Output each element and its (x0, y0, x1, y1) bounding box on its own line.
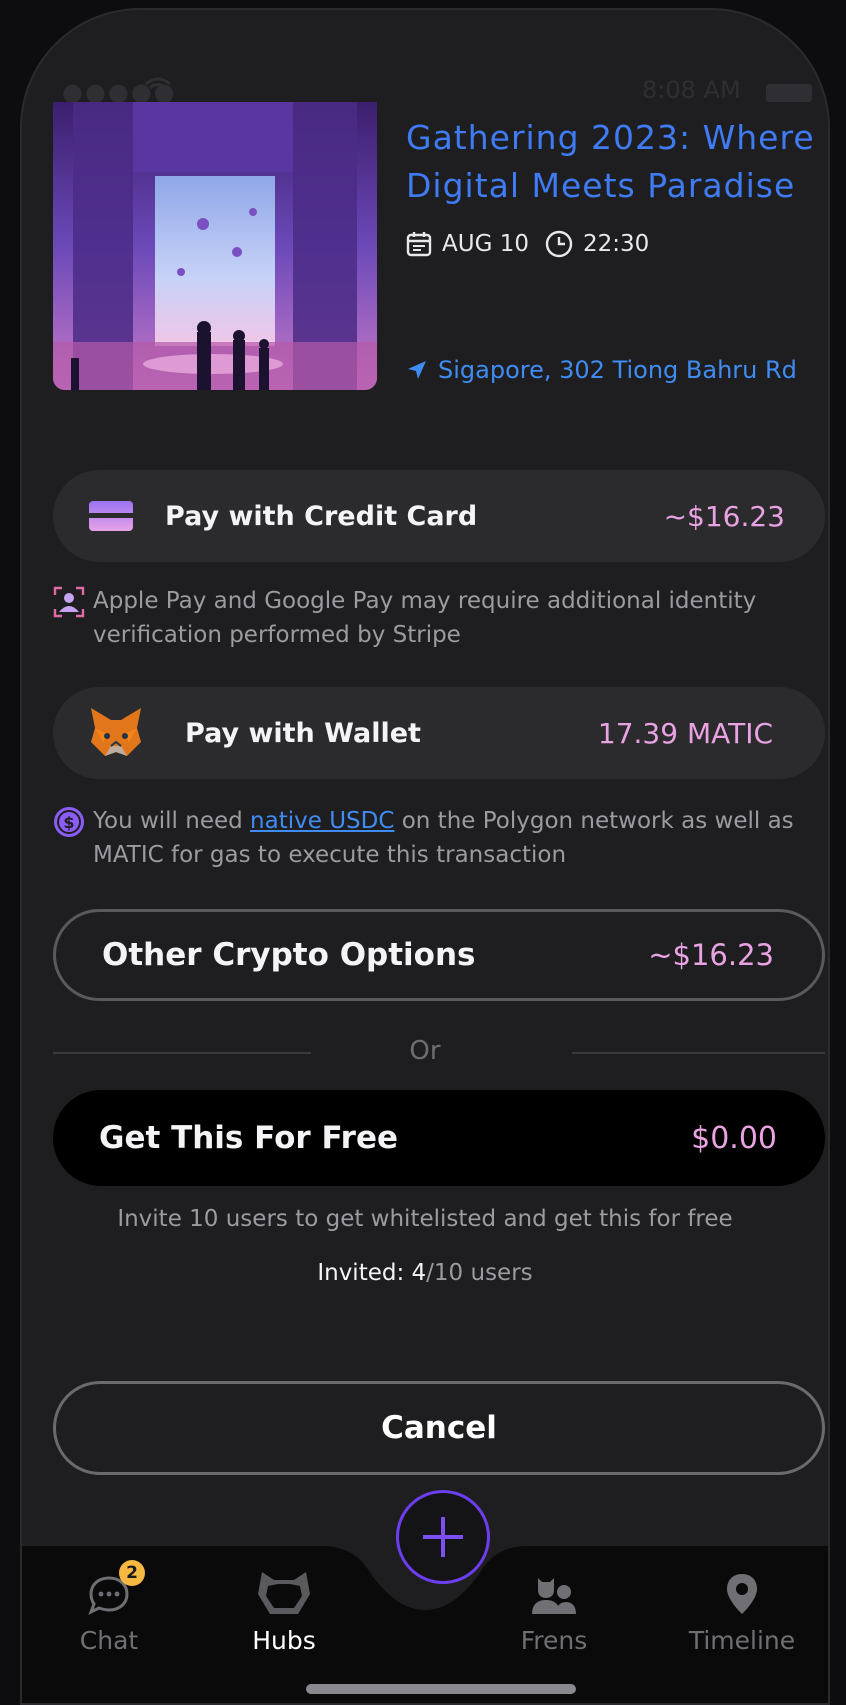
card-verification-note-text: Apple Pay and Google Pay may require add… (93, 588, 757, 648)
frens-icon (532, 1578, 576, 1614)
event-time-text: 22:30 (582, 231, 650, 257)
other-crypto-label: Other Crypto Options (102, 937, 476, 973)
event-image (53, 102, 377, 390)
pay-wallet-label: Pay with Wallet (185, 717, 421, 749)
get-for-free-button[interactable]: Get This For Free $0.00 (53, 1090, 825, 1186)
invited-count: Invited: 4/10 users (22, 1260, 828, 1286)
invited-total: /10 users (426, 1260, 533, 1286)
event-location[interactable]: Sigapore, 302 Tiong Bahru Rd (406, 356, 797, 384)
pay-credit-card-price: ~$16.23 (663, 499, 785, 533)
usdc-note: $ You will need native USDC on the Polyg… (53, 804, 813, 872)
tab-hubs-label: Hubs (252, 1626, 316, 1655)
identity-verification-icon (53, 586, 85, 618)
native-usdc-link[interactable]: native USDC (250, 808, 394, 834)
usdc-note-prefix: You will need (93, 808, 251, 834)
home-indicator[interactable] (306, 1684, 576, 1694)
tab-chat-label: Chat (79, 1626, 139, 1655)
event-date-time: AUG 10 22:30 (406, 230, 665, 258)
other-crypto-price: ~$16.23 (648, 938, 774, 972)
pay-credit-card-button[interactable]: Pay with Credit Card ~$16.23 (53, 470, 825, 562)
portal-artwork (53, 102, 377, 390)
invited-number: 4 (411, 1260, 427, 1286)
get-for-free-price: $0.00 (691, 1120, 777, 1156)
tab-timeline[interactable]: Timeline (662, 1556, 822, 1655)
phone-frame: ●●●●● 8:08 AM Gathering 2023: Where Digi… (20, 8, 830, 1705)
wifi-icon (145, 77, 171, 97)
location-arrow-icon (408, 361, 426, 379)
event-title[interactable]: Gathering 2023: Where Digital Meets Para… (406, 114, 816, 210)
credit-card-icon (89, 501, 133, 531)
or-divider-text: Or (409, 1036, 441, 1066)
event-date: AUG 10 (406, 231, 529, 257)
hub-cat-icon (258, 1572, 310, 1614)
status-time: 8:08 AM (642, 76, 741, 104)
tab-frens[interactable]: Frens (474, 1556, 634, 1655)
divider-right (572, 1052, 825, 1054)
battery-icon (766, 84, 812, 102)
invited-label: Invited: (317, 1260, 412, 1286)
pay-credit-card-label: Pay with Credit Card (165, 500, 478, 532)
plus-icon (423, 1517, 463, 1557)
pay-wallet-price: 17.39 MATIC (597, 716, 773, 750)
add-button[interactable] (396, 1490, 490, 1584)
tab-timeline-label: Timeline (688, 1626, 796, 1655)
clock-icon (545, 230, 573, 258)
invite-note: Invite 10 users to get whitelisted and g… (117, 1206, 733, 1232)
calendar-icon (406, 232, 432, 257)
svg-text:$: $ (63, 813, 74, 832)
event-date-text: AUG 10 (442, 231, 529, 257)
pay-wallet-button[interactable]: Pay with Wallet 17.39 MATIC (53, 687, 825, 779)
tab-frens-label: Frens (520, 1626, 588, 1655)
usdc-coin-icon: $ (54, 807, 84, 837)
metamask-fox-icon (91, 708, 141, 756)
event-time: 22:30 (545, 230, 649, 258)
tab-chat[interactable]: 2 Chat (29, 1556, 189, 1655)
other-crypto-options-button[interactable]: Other Crypto Options ~$16.23 (53, 909, 825, 1001)
usdc-note-text: You will need native USDC on the Polygon… (93, 804, 813, 872)
event-location-text: Sigapore, 302 Tiong Bahru Rd (438, 356, 797, 384)
get-for-free-label: Get This For Free (99, 1120, 398, 1156)
chat-unread-badge: 2 (119, 1560, 145, 1586)
map-pin-icon (727, 1574, 757, 1614)
card-verification-note: Apple Pay and Google Pay may require add… (53, 584, 813, 652)
tab-hubs[interactable]: Hubs (204, 1556, 364, 1655)
cancel-button[interactable]: Cancel (53, 1381, 825, 1475)
